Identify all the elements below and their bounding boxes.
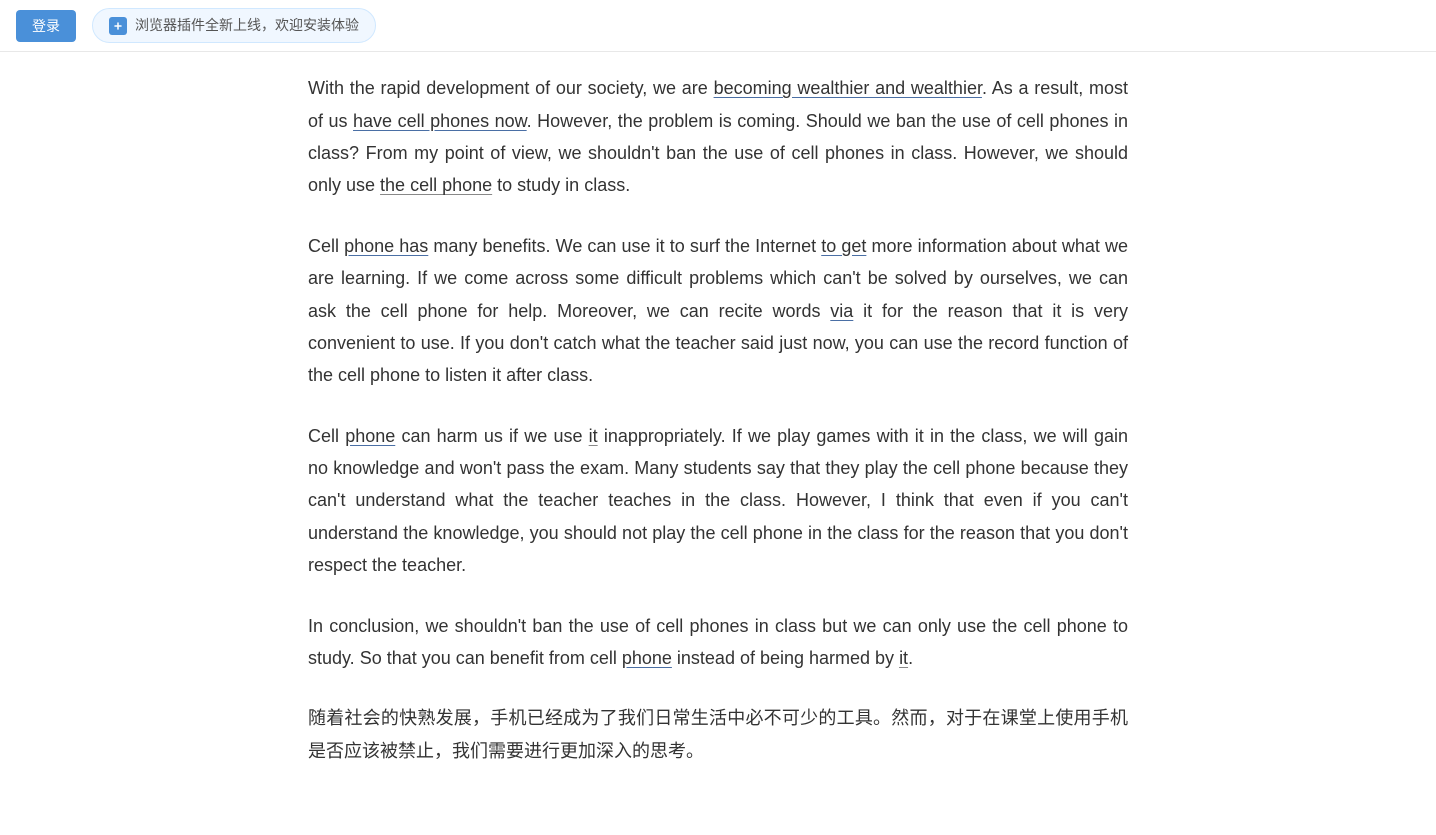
paragraph-3: Cell phone can harm us if we use it inap… xyxy=(308,420,1128,582)
p1-link-1: becoming wealthier and wealthier xyxy=(714,78,982,98)
p2-link-2: to get xyxy=(821,236,866,256)
p4-text-3: . xyxy=(908,648,913,668)
p2-link-3: via xyxy=(830,301,853,321)
paragraph-4: In conclusion, we shouldn't ban the use … xyxy=(308,610,1128,675)
p5-text-1: 随着社会的快熟发展，手机已经成为了我们日常生活中必不可少的工具。然而，对于在课堂… xyxy=(308,708,1128,760)
p2-text-1: Cell xyxy=(308,236,344,256)
login-button[interactable]: 登录 xyxy=(16,10,76,42)
p4-link-2: it xyxy=(899,648,908,668)
p3-link-2: it xyxy=(589,426,598,446)
p3-link-1: phone xyxy=(345,426,395,446)
top-bar: 登录 浏览器插件全新上线，欢迎安装体验 xyxy=(0,0,1436,52)
plugin-notice-text: 浏览器插件全新上线，欢迎安装体验 xyxy=(135,13,359,38)
p2-text-2: many benefits. We can use it to surf the… xyxy=(428,236,821,256)
p1-text-1: With the rapid development of our societ… xyxy=(308,78,714,98)
plugin-notice-banner[interactable]: 浏览器插件全新上线，欢迎安装体验 xyxy=(92,8,376,43)
paragraph-5-chinese: 随着社会的快熟发展，手机已经成为了我们日常生活中必不可少的工具。然而，对于在课堂… xyxy=(308,702,1128,767)
p4-link-1: phone xyxy=(622,648,672,668)
p4-text-2: instead of being harmed by xyxy=(672,648,899,668)
p2-link-1: phone has xyxy=(344,236,428,256)
paragraph-1: With the rapid development of our societ… xyxy=(308,72,1128,202)
p1-link-2: have cell phones now xyxy=(353,111,527,131)
p1-link-3: the cell phone xyxy=(380,175,492,195)
p3-text-1: Cell xyxy=(308,426,345,446)
p1-text-4: to study in class. xyxy=(492,175,630,195)
p3-text-2: can harm us if we use xyxy=(395,426,588,446)
p3-text-3: inappropriately. If we play games with i… xyxy=(308,426,1128,576)
paragraph-2: Cell phone has many benefits. We can use… xyxy=(308,230,1128,392)
plugin-icon xyxy=(109,17,127,35)
content-area: With the rapid development of our societ… xyxy=(268,52,1168,835)
